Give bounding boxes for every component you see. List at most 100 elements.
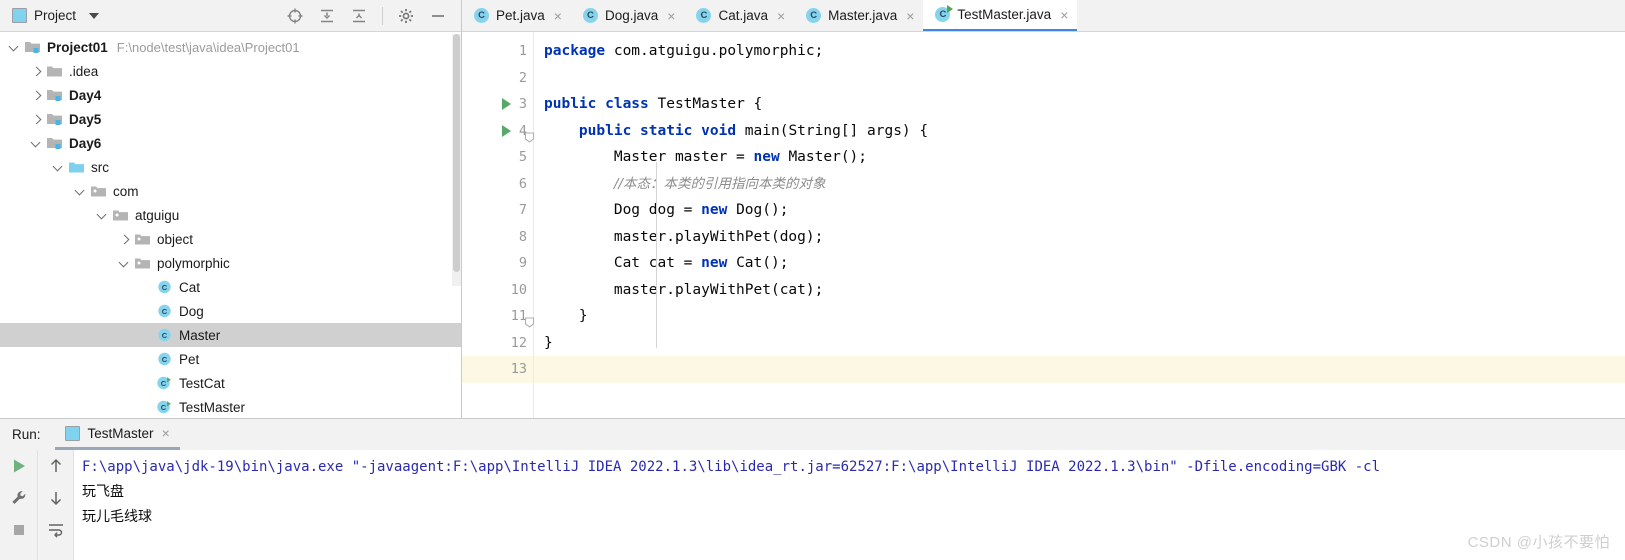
line-number-7[interactable]: 7 xyxy=(462,197,533,224)
run-body: F:\app\java\jdk-19\bin\java.exe "-javaag… xyxy=(0,450,1625,560)
editor-tab-pet-java[interactable]: C Pet.java × xyxy=(462,0,571,31)
code-line-9[interactable]: Cat cat = new Cat(); xyxy=(534,250,1625,277)
tree-item-day5[interactable]: Day5 xyxy=(0,107,461,131)
editor-code[interactable]: package com.atguigu.polymorphic; public … xyxy=(534,32,1625,418)
soft-wrap-icon[interactable] xyxy=(47,521,65,539)
code-line-3[interactable]: public class TestMaster { xyxy=(534,91,1625,118)
tree-item-label: com xyxy=(113,183,139,199)
project-tree-scrollbar[interactable] xyxy=(452,34,461,286)
package-icon xyxy=(134,255,151,271)
chevron-down-icon[interactable] xyxy=(74,185,87,198)
code-line-13[interactable] xyxy=(534,356,1625,383)
select-opened-file-icon[interactable] xyxy=(286,7,304,25)
svg-text:C: C xyxy=(162,331,168,340)
close-icon[interactable]: × xyxy=(777,9,785,23)
project-tool-window: Project Project01 F:\node\test\java\idea… xyxy=(0,0,462,418)
code-line-5[interactable]: Master master = new Master(); xyxy=(534,144,1625,171)
up-arrow-icon[interactable] xyxy=(47,457,65,475)
collapse-all-icon[interactable] xyxy=(350,7,368,25)
close-icon[interactable]: × xyxy=(1060,8,1068,22)
close-icon[interactable]: × xyxy=(554,9,562,23)
gear-icon[interactable] xyxy=(397,7,415,25)
tree-item-cat[interactable]: C Cat xyxy=(0,275,461,299)
hide-panel-icon[interactable] xyxy=(429,7,447,25)
tree-item-com[interactable]: com xyxy=(0,179,461,203)
project-title-group[interactable]: Project xyxy=(12,8,100,23)
tree-item-src[interactable]: src xyxy=(0,155,461,179)
line-number-6[interactable]: 6 xyxy=(462,171,533,198)
code-line-2[interactable] xyxy=(534,65,1625,92)
gutter-run-icon[interactable] xyxy=(502,124,511,137)
code-line-7[interactable]: Dog dog = new Dog(); xyxy=(534,197,1625,224)
chevron-down-icon[interactable] xyxy=(96,209,109,222)
chevron-down-icon[interactable] xyxy=(52,161,65,174)
code-line-6[interactable]: //本态：本类的引用指向本类的对象 xyxy=(534,171,1625,198)
editor-tab-cat-java[interactable]: C Cat.java × xyxy=(684,0,794,31)
editor-tab-dog-java[interactable]: C Dog.java × xyxy=(571,0,684,31)
wrench-icon[interactable] xyxy=(10,489,28,507)
source-folder-icon xyxy=(68,159,85,175)
scrollbar-thumb[interactable] xyxy=(453,34,460,272)
line-number-4[interactable]: 4 xyxy=(462,118,535,145)
chevron-right-icon[interactable] xyxy=(30,89,43,102)
close-icon[interactable]: × xyxy=(667,9,675,23)
editor-gutter[interactable]: 1 2 3 4 5 6 7 8 9 10 11 12 13 xyxy=(462,32,535,418)
tree-item-pet[interactable]: C Pet xyxy=(0,347,461,371)
code-editor[interactable]: 1 2 3 4 5 6 7 8 9 10 11 12 13 package com.atguigu.po… xyxy=(462,32,1625,418)
tree-item-day4[interactable]: Day4 xyxy=(0,83,461,107)
chevron-down-icon[interactable] xyxy=(8,41,21,54)
run-side-toolbar-2 xyxy=(38,450,74,560)
code-line-1[interactable]: package com.atguigu.polymorphic; xyxy=(534,38,1625,65)
expand-all-icon[interactable] xyxy=(318,7,336,25)
code-line-8[interactable]: master.playWithPet(dog); xyxy=(534,224,1625,251)
run-config-icon xyxy=(64,425,80,441)
line-number-2[interactable]: 2 xyxy=(462,65,533,92)
chevron-right-icon[interactable] xyxy=(30,113,43,126)
console-output[interactable]: F:\app\java\jdk-19\bin\java.exe "-javaag… xyxy=(74,450,1625,560)
code-line-12[interactable]: } xyxy=(534,330,1625,357)
line-number-5[interactable]: 5 xyxy=(462,144,533,171)
close-icon[interactable]: × xyxy=(162,425,170,441)
line-number-8[interactable]: 8 xyxy=(462,224,533,251)
chevron-right-icon[interactable] xyxy=(30,65,43,78)
chevron-down-icon[interactable] xyxy=(30,137,43,150)
chevron-right-icon[interactable] xyxy=(118,233,131,246)
tree-item-project01[interactable]: Project01 F:\node\test\java\idea\Project0… xyxy=(0,35,461,59)
line-number-11[interactable]: 11 xyxy=(462,303,535,330)
tree-item-testcat[interactable]: C TestCat xyxy=(0,371,461,395)
line-number-12[interactable]: 12 xyxy=(462,330,533,357)
editor-tab-testmaster-java[interactable]: C TestMaster.java × xyxy=(923,0,1078,31)
line-number-1[interactable]: 1 xyxy=(462,38,533,65)
chevron-down-icon[interactable] xyxy=(118,257,131,270)
tree-item-dog[interactable]: C Dog xyxy=(0,299,461,323)
close-icon[interactable]: × xyxy=(906,9,914,23)
tree-item-master[interactable]: C Master xyxy=(0,323,461,347)
editor-tab-master-java[interactable]: C Master.java × xyxy=(794,0,923,31)
line-number-13[interactable]: 13 xyxy=(462,356,533,383)
gutter-run-icon[interactable] xyxy=(502,98,511,111)
tree-item-object[interactable]: object xyxy=(0,227,461,251)
editor-tab-label: Pet.java xyxy=(496,8,545,23)
line-number-9[interactable]: 9 xyxy=(462,250,533,277)
tree-item-testmaster[interactable]: C TestMaster xyxy=(0,395,461,418)
code-line-4[interactable]: public static void main(String[] args) { xyxy=(534,118,1625,145)
editor-tab-label: Master.java xyxy=(828,8,898,23)
tree-item-polymorphic[interactable]: polymorphic xyxy=(0,251,461,275)
tree-item-day6[interactable]: Day6 xyxy=(0,131,461,155)
java-class-icon: C xyxy=(156,303,173,319)
tree-item-label: Project01 xyxy=(47,39,108,55)
code-line-10[interactable]: master.playWithPet(cat); xyxy=(534,277,1625,304)
line-number-10[interactable]: 10 xyxy=(462,277,533,304)
line-number-3[interactable]: 3 xyxy=(462,91,533,118)
tree-item-atguigu[interactable]: atguigu xyxy=(0,203,461,227)
project-tree[interactable]: Project01 F:\node\test\java\idea\Project0… xyxy=(0,32,461,418)
code-line-11[interactable]: } xyxy=(534,303,1625,330)
run-tab-testmaster[interactable]: TestMaster × xyxy=(54,419,180,450)
run-icon[interactable] xyxy=(10,457,28,475)
down-arrow-icon[interactable] xyxy=(47,489,65,507)
chevron-down-icon[interactable] xyxy=(89,12,100,19)
stop-icon[interactable] xyxy=(10,521,28,539)
module-folder-icon xyxy=(46,111,63,127)
tree-item--idea[interactable]: .idea xyxy=(0,59,461,83)
package-icon xyxy=(112,207,129,223)
